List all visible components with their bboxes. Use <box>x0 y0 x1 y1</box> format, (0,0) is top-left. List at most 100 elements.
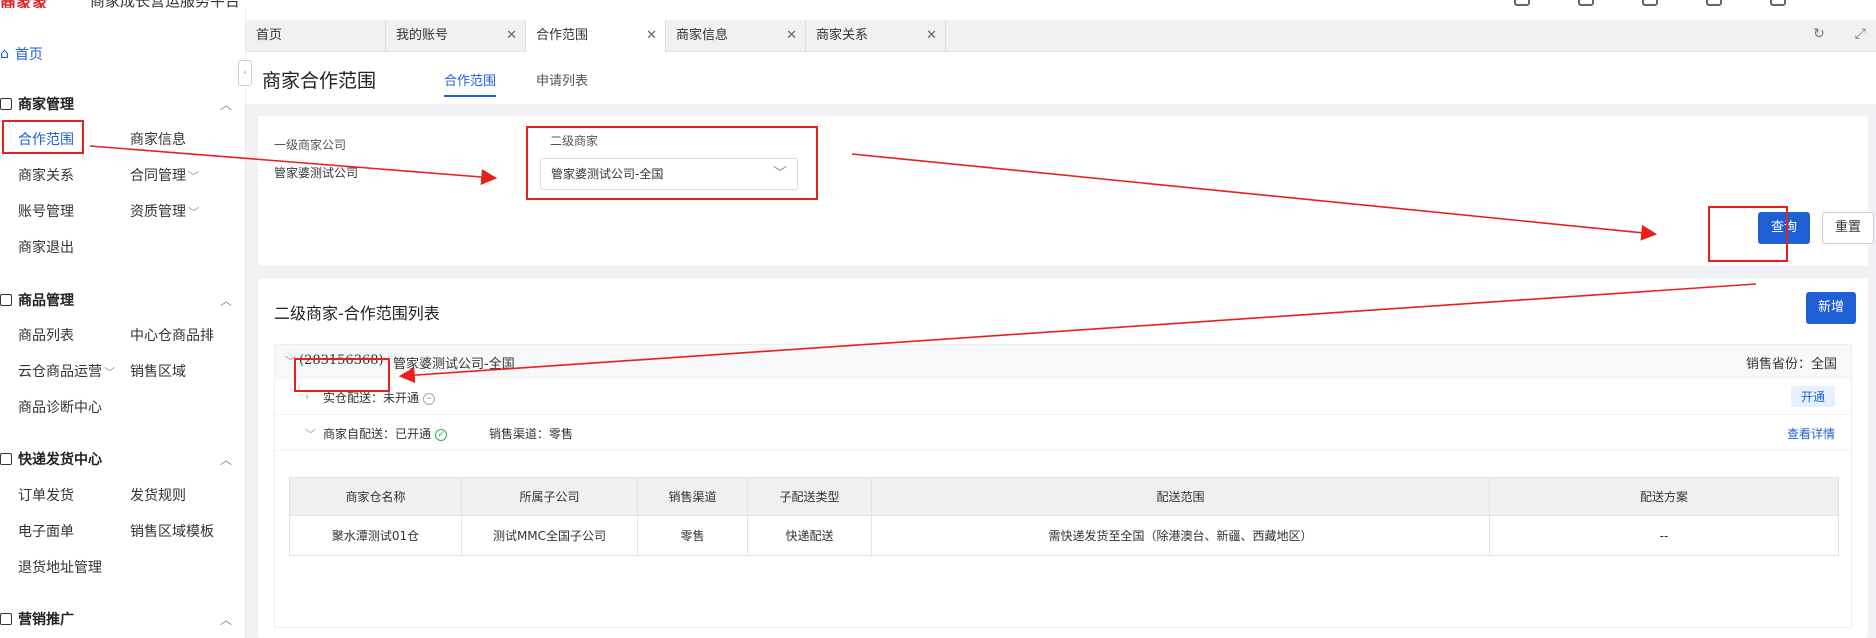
tab-home[interactable]: 首页 <box>246 20 386 52</box>
check-circle-icon: ✓ <box>435 428 448 441</box>
sidebar-item-account[interactable]: 账号管理 <box>18 201 74 221</box>
merchant-group: ﹀ (283156368) 管家婆测试公司-全国 销售省份：全国 › 实仓配送：… <box>274 344 1852 628</box>
list-title: 二级商家-合作范围列表 <box>274 304 440 323</box>
bell-icon[interactable] <box>1578 0 1594 6</box>
warehouse-delivery-row: › 实仓配送：未开通 − 开通 <box>275 379 1851 415</box>
chevron-up-icon: ︿ <box>219 293 232 308</box>
sidebar-item-product-list[interactable]: 商品列表 <box>18 325 74 345</box>
sidebar-item-central-warehouse[interactable]: 中心仓商品排 <box>130 325 214 345</box>
sidebar-item-contract[interactable]: 合同管理 ﹀ <box>130 165 199 185</box>
chevron-down-icon[interactable]: ﹀ <box>285 353 296 369</box>
sidebar-section-merchant[interactable]: 商家管理 ︿ <box>0 94 240 114</box>
level1-company-label: 一级商家公司 <box>274 138 347 152</box>
level2-merchant-select[interactable]: 管家婆测试公司-全国 ﹀ <box>540 158 798 190</box>
add-button[interactable]: 新增 <box>1806 292 1856 324</box>
reset-button[interactable]: 重置 <box>1822 212 1874 244</box>
tab-merchant-info[interactable]: 商家信息 ✕ <box>666 20 806 52</box>
sidebar-item-sales-region[interactable]: 销售区域 <box>130 361 186 381</box>
truck-icon <box>0 453 12 465</box>
tab-my-account[interactable]: 我的账号 ✕ <box>386 20 526 52</box>
close-icon[interactable]: ✕ <box>926 20 937 52</box>
sidebar-section-delivery[interactable]: 快递发货中心 ︿ <box>0 449 240 469</box>
table-row: 聚水潭测试01仓 测试MMC全国子公司 零售 快递配送 需快递发货至全国（除港澳… <box>289 515 1839 556</box>
chevron-up-icon: ︿ <box>219 97 232 112</box>
sidebar-item-home[interactable]: ⌂ 首页 <box>0 44 43 64</box>
sidebar-section-marketing[interactable]: 营销推广 ︿ <box>0 609 240 629</box>
search-icon[interactable] <box>1514 0 1530 6</box>
level1-company-value: 管家婆测试公司 <box>274 166 359 180</box>
main-content: ‹ 商家合作范围 合作范围 申请列表 一级商家公司 管家婆测试公司 二级商家 管… <box>238 52 1876 638</box>
column-header: 所属子公司 <box>461 477 638 516</box>
close-icon[interactable]: ✕ <box>506 20 517 52</box>
sidebar-section-product[interactable]: 商品管理 ︿ <box>0 290 240 310</box>
table-cell: 聚水潭测试01仓 <box>289 515 462 556</box>
sidebar: ⌂ 首页 商家管理 ︿ 合作范围 商家信息 商家关系 合同管理 ﹀ 账号管理 资质… <box>0 8 246 638</box>
view-details-link[interactable]: 查看详情 <box>1787 425 1835 442</box>
tab-bar: 首页 我的账号 ✕ 合作范围 ✕ 商家信息 ✕ 商家关系 ✕ ↻ ⤢ <box>246 20 1876 52</box>
list-card: 二级商家-合作范围列表 新增 ﹀ (283156368) 管家婆测试公司-全国 … <box>258 278 1868 638</box>
column-header: 配送方案 <box>1489 477 1839 516</box>
tab-merchant-relation[interactable]: 商家关系 ✕ <box>806 20 946 52</box>
column-header: 销售渠道 <box>637 477 748 516</box>
user-icon[interactable] <box>1706 0 1722 6</box>
chevron-down-icon: ﹀ <box>773 166 787 182</box>
sidebar-item-e-waybill[interactable]: 电子面单 <box>18 521 74 541</box>
sidebar-item-return-address[interactable]: 退货地址管理 <box>18 557 102 577</box>
sidebar-collapse-button[interactable]: ‹ <box>238 60 252 86</box>
menu-icon[interactable] <box>1770 0 1786 6</box>
column-header: 商家仓名称 <box>289 477 462 516</box>
chevron-up-icon: ︿ <box>219 452 232 467</box>
sales-channel: 销售渠道：零售 <box>489 427 574 441</box>
sidebar-item-region-template[interactable]: 销售区域模板 <box>130 521 214 541</box>
megaphone-icon <box>0 613 12 625</box>
merchant-id: (283156368) <box>299 353 384 368</box>
column-header: 子配送类型 <box>747 477 872 516</box>
table-cell: 零售 <box>637 515 748 556</box>
sidebar-item-shipping-rules[interactable]: 发货规则 <box>130 485 186 505</box>
filter-card: 一级商家公司 管家婆测试公司 二级商家 管家婆测试公司-全国 ﹀ 查询 重置 <box>258 116 1874 266</box>
sidebar-item-merchant-relation[interactable]: 商家关系 <box>18 165 74 185</box>
message-icon[interactable] <box>1642 0 1658 6</box>
chevron-down-icon: ﹀ <box>188 206 199 219</box>
chevron-down-icon[interactable]: ﹀ <box>305 426 316 442</box>
close-icon[interactable]: ✕ <box>786 20 797 52</box>
self-delivery-row: ﹀ 商家自配送：已开通 ✓ 销售渠道：零售 查看详情 <box>275 415 1851 451</box>
sidebar-item-cloud-warehouse[interactable]: 云仓商品运营 ﹀ <box>18 361 115 381</box>
brand-subtitle: 商家成长营运服务平台 <box>90 0 240 8</box>
query-button[interactable]: 查询 <box>1758 212 1810 244</box>
top-header: 商家家 商家成长营运服务平台 <box>0 0 1876 8</box>
table-header-row: 商家仓名称 所属子公司 销售渠道 子配送类型 配送范围 配送方案 <box>289 477 1839 516</box>
cube-icon <box>0 294 12 306</box>
tab-cooperation-scope[interactable]: 合作范围 ✕ <box>526 20 666 52</box>
sidebar-item-merchant-info[interactable]: 商家信息 <box>130 129 186 149</box>
sidebar-item-merchant-exit[interactable]: 商家退出 <box>18 237 74 257</box>
home-icon: ⌂ <box>0 46 9 62</box>
chevron-down-icon: ﹀ <box>104 366 115 379</box>
level2-merchant-label: 二级商家 <box>550 134 599 148</box>
sales-province: 销售省份：全国 <box>1745 357 1837 372</box>
open-button[interactable]: 开通 <box>1790 386 1835 407</box>
table-cell: 需快递发货至全国（除港澳台、新疆、西藏地区） <box>871 515 1490 556</box>
sidebar-item-order-shipping[interactable]: 订单发货 <box>18 485 74 505</box>
refresh-icon[interactable]: ↻ <box>1813 26 1825 42</box>
sidebar-item-cooperation-scope[interactable]: 合作范围 <box>18 129 74 149</box>
tab-tools: ↻ ⤢ <box>1813 26 1866 42</box>
chevron-right-icon[interactable]: › <box>305 390 309 403</box>
close-icon[interactable]: ✕ <box>646 20 657 52</box>
delivery-table: 商家仓名称 所属子公司 销售渠道 子配送类型 配送范围 配送方案 聚水潭测试01… <box>289 477 1839 556</box>
table-cell: 快递配送 <box>747 515 872 556</box>
subtab-cooperation-scope[interactable]: 合作范围 <box>444 70 497 97</box>
sidebar-item-qualification[interactable]: 资质管理 ﹀ <box>130 201 199 221</box>
building-icon <box>0 98 12 110</box>
table-cell: 测试MMC全国子公司 <box>461 515 638 556</box>
sidebar-item-product-diagnosis[interactable]: 商品诊断中心 <box>18 397 102 417</box>
page-title: 商家合作范围 <box>262 70 377 92</box>
chevron-down-icon: ﹀ <box>188 170 199 183</box>
chevron-up-icon: ︿ <box>219 612 232 627</box>
merchant-name: 管家婆测试公司-全国 <box>393 357 515 372</box>
minus-circle-icon: − <box>423 392 436 405</box>
group-header[interactable]: ﹀ (283156368) 管家婆测试公司-全国 销售省份：全国 <box>275 345 1851 379</box>
fullscreen-icon[interactable]: ⤢ <box>1855 26 1866 42</box>
subtab-application-list[interactable]: 申请列表 <box>536 70 588 89</box>
column-header: 配送范围 <box>871 477 1490 516</box>
